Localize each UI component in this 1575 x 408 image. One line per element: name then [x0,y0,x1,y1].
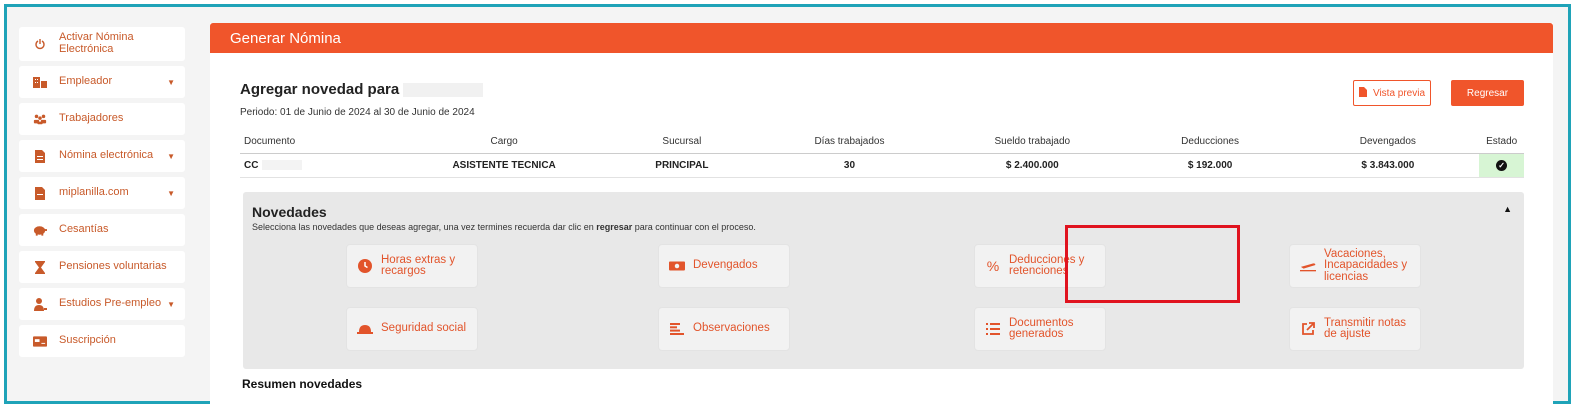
building-icon [33,75,47,89]
documento-value: CC [244,159,259,171]
column-header: Sucursal [605,131,759,154]
sidebar-item-label: Pensiones voluntarias [59,260,167,273]
resumen-title: Resumen novedades [242,377,363,391]
sidebar-item-cesantias[interactable]: Cesantías [19,214,185,246]
card-label: Horas extras y recargos [381,253,456,277]
redacted-name [403,83,484,98]
column-header: Documento [240,131,403,154]
section-title: Agregar novedad para [240,81,484,98]
card-documentos[interactable]: Documentos generados [974,307,1106,351]
sidebar-item-label: Trabajadores [59,112,124,125]
card-label: Observaciones [693,322,770,335]
align-left-icon [669,323,685,335]
main-panel: Generar Nómina Agregar novedad para Peri… [210,23,1553,407]
check-circle-icon: ✓ [1496,159,1508,171]
table-header-row: Documento Cargo Sucursal Días trabajados… [240,131,1524,154]
card-label: Devengados [693,259,758,272]
novedades-panel: Novedades Selecciona las novedades que d… [243,192,1524,369]
chevron-down-icon: ▼ [167,77,175,87]
sidebar-item-nomina-electronica[interactable]: Nómina electrónica ▼ [19,140,185,172]
cell-documento: CC [240,153,403,178]
card-label: Documentos generados [1009,316,1074,340]
sidebar-item-label: Estudios Pre-empleo [59,297,162,310]
card-label: Seguridad social [381,322,467,335]
column-header: Devengados [1296,131,1480,154]
redacted-document [262,159,303,170]
column-header: Sueldo trabajado [940,131,1124,154]
cell-dias: 30 [758,153,941,178]
chevron-down-icon: ▼ [167,188,175,198]
sidebar-item-label: Activar Nómina Electrónica [59,31,134,55]
worker-table: Documento Cargo Sucursal Días trabajados… [240,131,1524,178]
people-icon [33,112,47,126]
cell-cargo: ASISTENTE TECNICA [402,153,606,178]
card-label: Transmitir notas de ajuste [1324,316,1407,340]
preview-button[interactable]: Vista previa [1353,80,1431,106]
power-icon [33,37,47,51]
sidebar-item-activar-nomina[interactable]: Activar Nómina Electrónica [19,27,185,61]
screenshot-frame: Activar Nómina Electrónica Empleador ▼ T… [4,4,1571,407]
card-transmitir[interactable]: Transmitir notas de ajuste [1289,307,1421,351]
cell-devengados: $ 3.843.000 [1296,153,1480,178]
sidebar-item-empleador[interactable]: Empleador ▼ [19,66,185,98]
card-icon [33,334,47,348]
sidebar-item-miplanilla[interactable]: miplanilla.com ▼ [19,177,185,209]
hard-hat-icon [357,323,373,335]
sidebar-item-label: Suscripción [59,334,116,347]
collapse-toggle-icon[interactable]: ▲ [1503,204,1512,214]
plane-icon [1300,260,1316,272]
cell-sucursal: PRINCIPAL [605,153,759,178]
page-header: Generar Nómina [210,23,1553,53]
card-label: Deducciones y retenciones [1009,253,1085,277]
card-deducciones[interactable]: % Deducciones y retenciones [974,244,1106,288]
page-title: Generar Nómina [230,29,341,47]
chevron-down-icon: ▼ [167,151,175,161]
sidebar: Activar Nómina Electrónica Empleador ▼ T… [19,27,185,362]
file-icon [33,186,47,200]
sidebar-item-label: miplanilla.com [59,186,129,199]
chevron-down-icon: ▼ [167,299,175,309]
card-devengados[interactable]: Devengados [658,244,790,288]
cell-sueldo: $ 2.400.000 [940,153,1124,178]
periodo-text: Periodo: 01 de Junio de 2024 al 30 de Ju… [240,107,475,118]
person-icon [33,297,47,311]
list-icon [985,323,1001,335]
preview-button-label: Vista previa [1372,87,1426,99]
hourglass-icon [33,260,47,274]
pdf-icon [1358,86,1367,100]
novedades-title: Novedades [252,204,327,220]
sidebar-item-label: Cesantías [59,223,109,236]
sidebar-item-estudios[interactable]: Estudios Pre-empleo ▼ [19,288,185,320]
column-header: Estado [1479,131,1524,154]
card-horas-extras[interactable]: Horas extras y recargos [346,244,478,288]
money-icon [669,260,685,272]
desc-text-end: para continuar con el proceso. [632,222,756,232]
cell-deducciones: $ 192.000 [1123,153,1297,178]
novedades-description: Selecciona las novedades que deseas agre… [252,222,756,232]
section-title-text: Agregar novedad para [240,81,400,98]
sidebar-item-label: Nómina electrónica [59,149,154,162]
sidebar-item-trabajadores[interactable]: Trabajadores [19,103,185,135]
card-vacaciones[interactable]: Vacaciones, Incapacidades y licencias [1289,244,1421,288]
column-header: Cargo [402,131,606,154]
card-seguridad-social[interactable]: Seguridad social [346,307,478,351]
percent-icon: % [986,258,1000,274]
piggy-bank-icon [33,223,47,237]
desc-bold: regresar [596,222,633,232]
desc-text: Selecciona las novedades que deseas agre… [252,222,597,232]
back-button[interactable]: Regresar [1451,80,1524,106]
table-row: CC ASISTENTE TECNICA PRINCIPAL 30 $ 2.40… [240,153,1524,178]
card-label: Vacaciones, Incapacidades y licencias [1324,247,1408,283]
sidebar-item-pensiones[interactable]: Pensiones voluntarias [19,251,185,283]
column-header: Días trabajados [758,131,941,154]
cell-estado: ✓ [1479,153,1524,178]
sidebar-item-suscripcion[interactable]: Suscripción [19,325,185,357]
card-observaciones[interactable]: Observaciones [658,307,790,351]
column-header: Deducciones [1123,131,1297,154]
external-link-icon [1300,322,1316,336]
sidebar-item-label: Empleador [59,75,113,88]
clock-icon [357,259,373,273]
document-icon [33,149,47,163]
